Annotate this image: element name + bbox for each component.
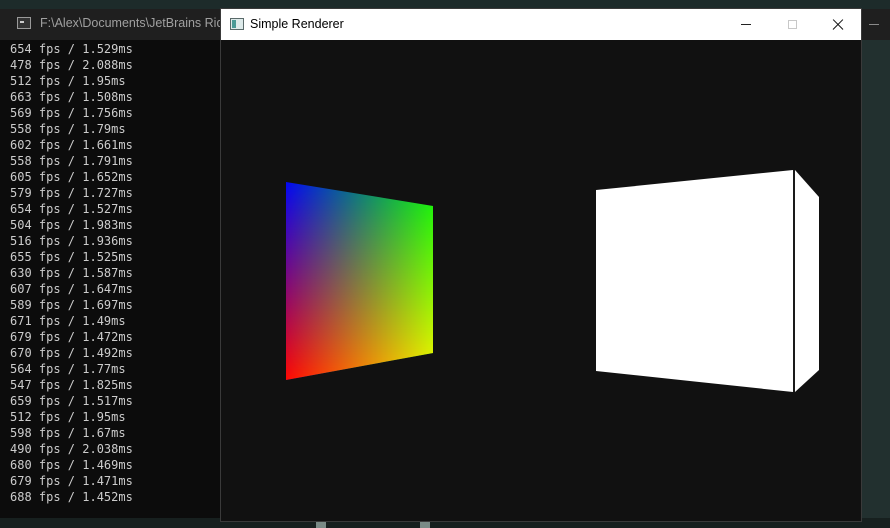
console-line: 654 fps / 1.529ms xyxy=(10,42,133,56)
console-line: 504 fps / 1.983ms xyxy=(10,218,133,232)
cube-front-face xyxy=(596,170,793,392)
console-line: 569 fps / 1.756ms xyxy=(10,106,133,120)
console-title: F:\Alex\Documents\JetBrains Ride xyxy=(40,16,224,30)
white-cube xyxy=(596,170,819,392)
cube-side-face xyxy=(795,170,819,392)
console-line: 663 fps / 1.508ms xyxy=(10,90,133,104)
desktop-fragment xyxy=(316,521,326,528)
console-line: 547 fps / 1.825ms xyxy=(10,378,133,392)
console-line: 679 fps / 1.471ms xyxy=(10,474,133,488)
close-icon xyxy=(832,19,844,31)
console-line: 671 fps / 1.49ms xyxy=(10,314,126,328)
console-icon xyxy=(17,17,31,29)
render-viewport[interactable] xyxy=(221,40,861,521)
color-gradient-quad xyxy=(286,182,433,380)
console-line: 516 fps / 1.936ms xyxy=(10,234,133,248)
render-scene xyxy=(286,170,819,392)
close-button[interactable] xyxy=(815,9,861,40)
console-line: 680 fps / 1.469ms xyxy=(10,458,133,472)
console-line: 605 fps / 1.652ms xyxy=(10,170,133,184)
maximize-button[interactable] xyxy=(769,9,815,40)
minimize-icon xyxy=(741,24,751,25)
renderer-titlebar[interactable]: Simple Renderer xyxy=(221,9,861,40)
console-line: 607 fps / 1.647ms xyxy=(10,282,133,296)
console-line: 654 fps / 1.527ms xyxy=(10,202,133,216)
console-line: 564 fps / 1.77ms xyxy=(10,362,126,376)
window-title: Simple Renderer xyxy=(250,17,344,31)
console-output: 654 fps / 1.529ms 478 fps / 2.088ms 512 fp… xyxy=(10,41,133,505)
console-line: 688 fps / 1.452ms xyxy=(10,490,133,504)
desktop-background-top xyxy=(0,0,890,9)
console-line: 655 fps / 1.525ms xyxy=(10,250,133,264)
console-window[interactable]: F:\Alex\Documents\JetBrains Ride 654 fps… xyxy=(0,9,225,518)
desktop-background-right xyxy=(861,9,890,528)
console-line: 630 fps / 1.587ms xyxy=(10,266,133,280)
console-line: 512 fps / 1.95ms xyxy=(10,74,126,88)
console-titlebar-edge[interactable] xyxy=(861,9,890,40)
desktop-fragment xyxy=(420,521,430,528)
console-line: 670 fps / 1.492ms xyxy=(10,346,133,360)
console-titlebar[interactable]: F:\Alex\Documents\JetBrains Ride xyxy=(0,9,224,40)
renderer-window[interactable]: Simple Renderer xyxy=(221,9,861,521)
console-line: 598 fps / 1.67ms xyxy=(10,426,126,440)
console-line: 478 fps / 2.088ms xyxy=(10,58,133,72)
minimize-button[interactable] xyxy=(723,9,769,40)
console-line: 558 fps / 1.791ms xyxy=(10,154,133,168)
console-line: 659 fps / 1.517ms xyxy=(10,394,133,408)
console-line: 490 fps / 2.038ms xyxy=(10,442,133,456)
console-line: 589 fps / 1.697ms xyxy=(10,298,133,312)
console-line: 602 fps / 1.661ms xyxy=(10,138,133,152)
console-minimize-icon[interactable] xyxy=(869,24,879,25)
maximize-icon xyxy=(787,20,797,29)
window-icon xyxy=(230,18,244,30)
console-line: 579 fps / 1.727ms xyxy=(10,186,133,200)
console-line: 512 fps / 1.95ms xyxy=(10,410,126,424)
console-line: 679 fps / 1.472ms xyxy=(10,330,133,344)
console-line: 558 fps / 1.79ms xyxy=(10,122,126,136)
